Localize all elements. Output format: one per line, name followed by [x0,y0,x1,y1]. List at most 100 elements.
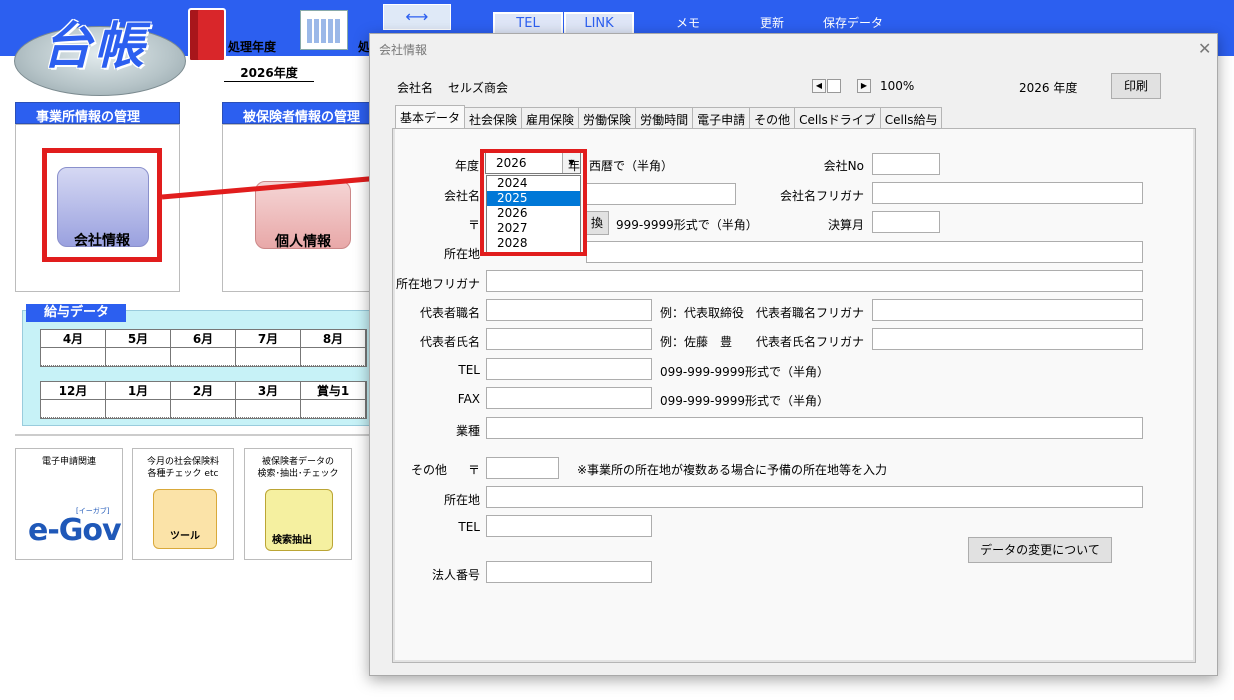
address-label: 所在地 [443,247,480,261]
zoom-slider-thumb[interactable] [827,79,841,93]
resize-icon[interactable]: ⟷ [383,4,451,30]
tab-strip: 基本データ 社会保険 雇用保険 労働保険 労働時間 電子申請 その他 Cells… [395,105,943,129]
company-name-kana-input[interactable] [872,182,1143,204]
industry-label: 業種 [455,424,480,438]
other-address-label: 所在地 [443,493,480,507]
corp-number-input[interactable] [486,561,652,583]
rep-name-label: 代表者氏名 [419,335,480,349]
corp-number-label: 法人番号 [431,568,480,582]
rep-title-input[interactable] [486,299,652,321]
rep-title-kana-label: 代表者職名フリガナ [755,306,864,320]
calendar-icon[interactable] [300,10,348,50]
rep-title-label: 代表者職名 [419,306,480,320]
monthly-check-title: 今月の社会保険料 各種チェック etc [146,457,219,479]
month-cell[interactable]: 8月 [301,330,366,348]
fiscal-month-label: 決算月 [827,218,864,232]
month-cell[interactable]: 12月 [41,382,106,400]
fax-hint: 099-999-9999形式で（半角） [660,394,830,408]
month-cell[interactable]: 2月 [171,382,236,400]
postal-label: 〒 [468,218,481,232]
insured-search-tile[interactable]: 被保険者データの 検索･抽出･チェック 検索抽出 [244,448,352,560]
zoom-level: 100% [880,79,915,93]
tab-employment-insurance[interactable]: 雇用保険 [521,107,580,129]
dialog-title: 会社情報 [379,43,428,57]
tab-basic-data[interactable]: 基本データ [395,105,466,129]
month-cell[interactable]: 7月 [236,330,301,348]
company-no-label: 会社No [823,159,864,173]
industry-input[interactable] [486,417,1143,439]
year-display: 2026 年度 [1019,81,1078,95]
tab-e-application[interactable]: 電子申請 [692,107,751,129]
print-button[interactable]: 印刷 [1111,73,1161,99]
year-label: 年度 [455,159,480,173]
egov-tile-title: 電子申請関連 [41,457,96,467]
magnifier-icon: 検索抽出 [265,489,333,551]
company-name-input[interactable] [585,183,736,205]
personal-info-label: 個人情報 [275,234,331,250]
month-cell[interactable]: 6月 [171,330,236,348]
company-value: セルズ商会 [448,81,509,95]
month-cell[interactable]: 1月 [106,382,171,400]
postal-convert-button[interactable]: 換 [585,211,609,235]
menu-saved-data[interactable]: 保存データ [823,14,883,31]
address-kana-label: 所在地フリガナ [395,277,480,291]
other-postal-label: 〒 [468,463,481,477]
magnifier-icon-label: 検索抽出 [272,535,312,546]
month-cell[interactable]: 5月 [106,330,171,348]
company-name-kana-label: 会社名フリガナ [779,189,864,203]
other-postal-input[interactable] [486,457,559,479]
insured-search-title: 被保険者データの 検索･抽出･チェック [257,457,339,479]
company-info-label: 会社情報 [74,233,130,249]
month-cell[interactable]: 賞与1 [301,382,366,400]
other-address-input[interactable] [486,486,1143,508]
rep-title-kana-input[interactable] [872,299,1143,321]
monthly-check-tile[interactable]: 今月の社会保険料 各種チェック etc ツール [132,448,234,560]
month-grid-row1: 4月 5月 6月 7月 8月 [40,329,367,367]
tool-icon-label: ツール [170,531,200,542]
tab-cells-salary[interactable]: Cells給与 [879,107,943,129]
divider [15,434,375,436]
tab-cells-drive[interactable]: Cellsドライブ [794,107,881,129]
salary-data-panel: 4月 5月 6月 7月 8月 12月 1月 2月 3月 賞与1 [22,310,372,426]
tab-other[interactable]: その他 [749,107,796,129]
ledger-book-icon[interactable] [188,8,226,62]
month-cell[interactable]: 3月 [236,382,301,400]
data-change-button[interactable]: データの変更について [968,537,1112,563]
egov-logo-sub: [イーガブ] [76,507,110,515]
menu-update[interactable]: 更新 [760,14,784,31]
tab-labor-insurance[interactable]: 労働保険 [578,107,637,129]
zoom-left-arrow-icon[interactable]: ◀ [812,79,826,93]
office-section-header: 事業所情報の管理 [15,102,180,125]
insured-section-header: 被保険者情報の管理 [222,102,372,125]
tab-working-hours[interactable]: 労働時間 [635,107,694,129]
menu-memo[interactable]: メモ [676,14,700,31]
rep-title-example: 例：代表取締役 [660,306,745,320]
postal-hint: 999-9999形式で（半角） [616,218,758,232]
fax-input[interactable] [486,387,652,409]
rep-name-example: 例：佐藤 豊 [660,335,733,349]
address-input[interactable] [586,241,1143,263]
company-label: 会社名 [397,81,434,95]
year-highlight-frame [480,149,587,256]
rep-name-input[interactable] [486,328,652,350]
processing-year-value: 2026年度 [224,64,314,82]
address-kana-input[interactable] [486,270,1143,292]
other-label: その他 [411,463,448,477]
month-cell[interactable]: 4月 [41,330,106,348]
processing-year-label: 処理年度 [228,40,277,54]
salary-data-header: 給与データ [26,304,126,322]
company-no-input[interactable] [872,153,940,175]
company-info-button[interactable]: 会社情報 [42,148,162,262]
tab-social-insurance[interactable]: 社会保険 [464,107,523,129]
rep-name-kana-input[interactable] [872,328,1143,350]
close-icon[interactable]: ✕ [1198,39,1211,58]
year-hint: 西暦で（半角） [589,159,674,173]
company-name-label: 会社名 [443,189,480,203]
fiscal-month-input[interactable] [872,211,940,233]
tel-input[interactable] [486,358,652,380]
zoom-right-arrow-icon[interactable]: ▶ [857,79,871,93]
other-tel-input[interactable] [486,515,652,537]
egov-tile[interactable]: 電子申請関連 e-Gov [イーガブ] [15,448,123,560]
app-logo-text: 台帳 [42,16,146,75]
tel-hint: 099-999-9999形式で（半角） [660,365,830,379]
